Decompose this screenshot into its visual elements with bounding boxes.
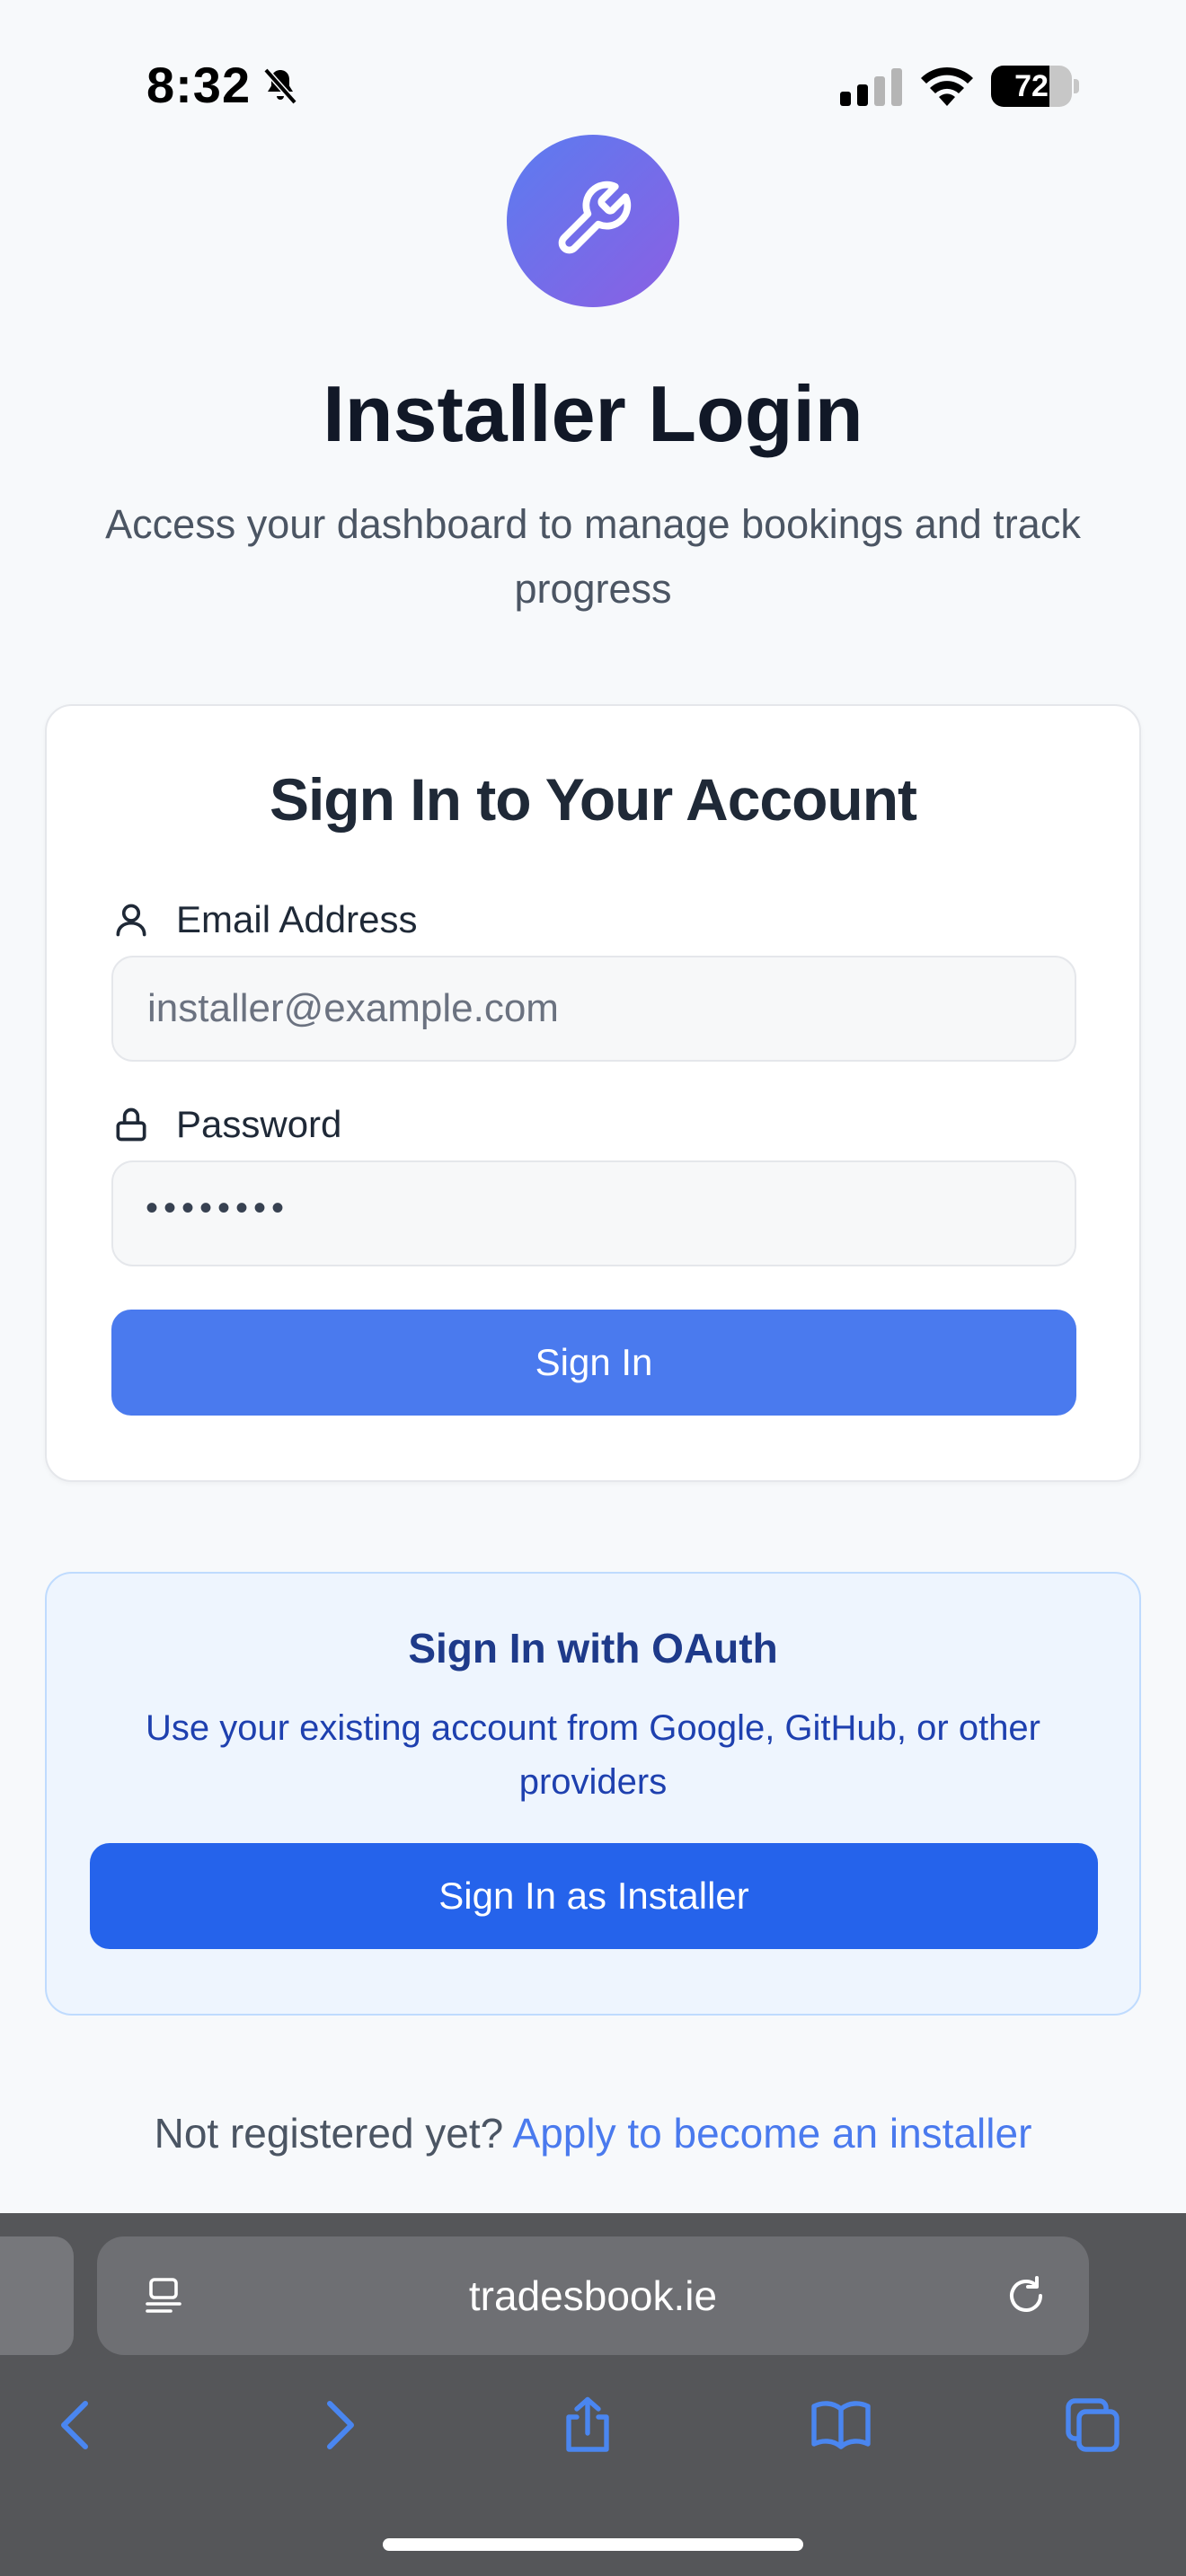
email-input[interactable] (111, 956, 1076, 1062)
address-bar[interactable]: tradesbook.ie (97, 2236, 1089, 2355)
home-indicator (383, 2538, 803, 2551)
browser-toolbar: tradesbook.ie (0, 2213, 1186, 2576)
share-icon[interactable] (555, 2393, 620, 2457)
back-icon[interactable] (45, 2393, 110, 2457)
email-label-text: Email Address (176, 898, 418, 940)
cellular-signal-icon (840, 68, 902, 106)
page-subtitle: Access your dashboard to manage bookings… (105, 501, 1081, 612)
oauth-card: Sign In with OAuth Use your existing acc… (45, 1572, 1141, 2016)
oauth-description: Use your existing account from Google, G… (145, 1708, 1040, 1802)
password-label: Password (111, 1099, 341, 1150)
email-label: Email Address (111, 895, 417, 945)
bell-muted-icon (263, 67, 297, 105)
page-title: Installer Login (323, 369, 863, 458)
register-prompt: Not registered yet? Apply to become an i… (0, 2109, 1186, 2157)
register-prompt-text: Not registered yet? (154, 2110, 504, 2157)
previous-tab-preview[interactable] (0, 2236, 74, 2355)
forward-icon[interactable] (305, 2393, 370, 2457)
lock-icon (116, 1107, 146, 1142)
password-label-text: Password (176, 1103, 342, 1145)
oauth-title: Sign In with OAuth (408, 1625, 778, 1672)
login-card: Sign In to Your Account Email Address Pa… (45, 704, 1141, 1482)
wifi-icon (921, 66, 973, 106)
tabs-icon[interactable] (1060, 2393, 1125, 2457)
url-text: tradesbook.ie (468, 2272, 718, 2319)
wrench-icon (558, 181, 632, 254)
login-card-title: Sign In to Your Account (269, 766, 917, 833)
user-icon (116, 904, 146, 937)
battery-level: 72 (1014, 69, 1049, 103)
reload-icon[interactable] (1005, 2274, 1048, 2317)
app-logo (507, 135, 679, 307)
battery-indicator: 72 (991, 66, 1079, 107)
apply-installer-link[interactable]: Apply to become an installer (513, 2110, 1032, 2157)
sign-in-button[interactable]: Sign In (111, 1310, 1076, 1416)
status-time: 8:32 (146, 57, 252, 113)
oauth-sign-in-button[interactable]: Sign In as Installer (90, 1843, 1098, 1949)
password-input[interactable] (111, 1160, 1076, 1266)
bookmarks-icon[interactable] (809, 2393, 873, 2457)
